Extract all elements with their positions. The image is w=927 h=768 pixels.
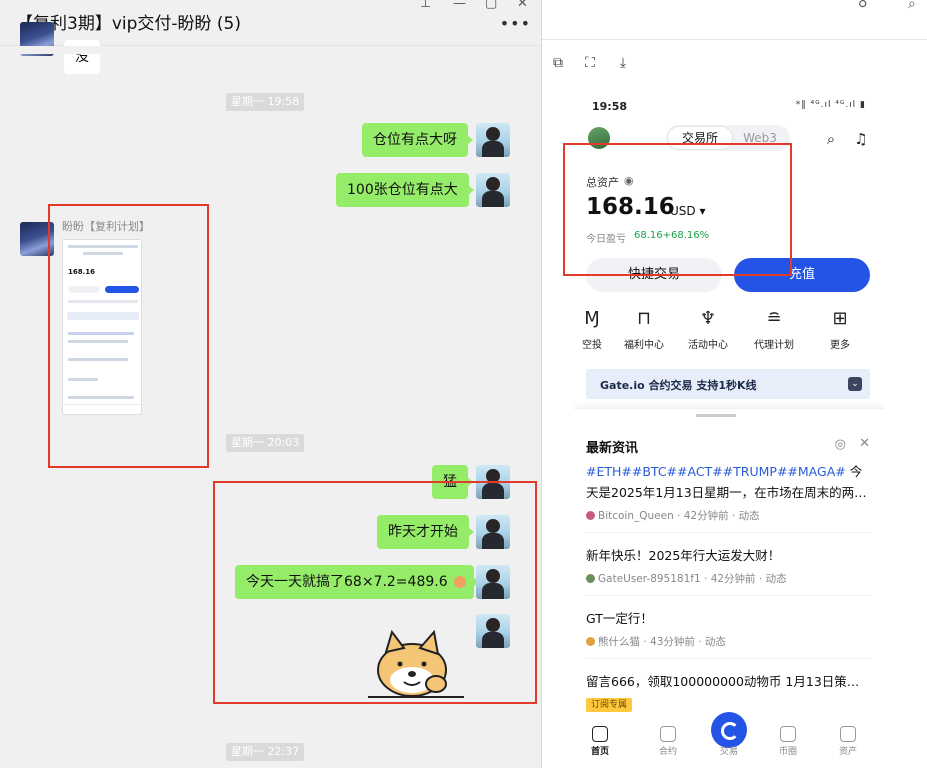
timestamp: 星期一 20:03	[226, 434, 305, 452]
tab-social[interactable]: 币圈	[763, 744, 813, 757]
futures-icon	[660, 726, 676, 742]
news-item[interactable]: 留言666，领取100000000动物币 1月13日策… 订阅专属	[586, 671, 872, 712]
search-icon[interactable]: ⌕	[822, 130, 840, 148]
tab-futures[interactable]: 合约	[643, 744, 693, 757]
close-icon[interactable]: ✕	[859, 436, 870, 451]
news-hashtags[interactable]: #ETH##BTC##ACT##TRUMP##MAGA#	[586, 464, 846, 479]
tab-trade[interactable]: 交易	[704, 744, 754, 757]
news-kind: 动态	[704, 636, 726, 648]
news-meta: 熊什么猫 · 43分钟前 · 动态	[586, 634, 872, 649]
news-body: 留言666，领取100000000动物币 1月13日策…	[586, 674, 860, 689]
airdrop-icon: Ɱ	[584, 308, 600, 329]
avatar[interactable]	[476, 173, 510, 207]
status-time: 19:58	[592, 100, 628, 113]
settings-icon[interactable]: ◎	[835, 437, 846, 452]
menu-more[interactable]: ⊞ 更多	[812, 308, 868, 354]
author-avatar-icon	[586, 637, 595, 646]
news-item[interactable]: 新年快乐！2025年行大运发大财！ GateUser-895181f1 · 42…	[586, 545, 872, 586]
status-indicators: *‖ ⁴ᴳ.ıl ⁴ᴳ.ıl ▮	[795, 100, 866, 110]
tab-home[interactable]: 首页	[575, 744, 625, 757]
avatar[interactable]	[476, 123, 510, 157]
news-time: 43分钟前	[650, 636, 695, 648]
news-item[interactable]: GT一定行！ 熊什么猫 · 43分钟前 · 动态	[586, 608, 872, 649]
news-meta: GateUser-895181f1 · 42分钟前 · 动态	[586, 571, 872, 586]
agent-icon: ≘	[766, 308, 782, 329]
trophy-icon: ♆	[699, 308, 717, 329]
news-author[interactable]: 熊什么猫	[598, 636, 640, 648]
subscriber-badge: 订阅专属	[586, 698, 633, 712]
divider	[586, 532, 872, 533]
pin-icon[interactable]: ♁	[858, 0, 868, 11]
news-kind: 动态	[738, 510, 760, 522]
bottom-tab-bar: 首页 合约 交易 币圈 资产	[574, 712, 884, 768]
menu-airdrop[interactable]: Ɱ 空投	[574, 308, 620, 354]
news-body: GT一定行！	[586, 611, 653, 626]
author-avatar-icon	[586, 574, 595, 583]
promo-banner[interactable]: Gate.io 合约交易 支持1秒K线 ⌄	[586, 369, 870, 399]
divider	[586, 595, 872, 596]
news-author[interactable]: GateUser-895181f1	[598, 573, 701, 585]
news-text: #ETH##BTC##ACT##TRUMP##MAGA# 今天是2025年1月1…	[586, 461, 872, 503]
banner-text: Gate.io 合约交易 支持1秒K线	[600, 379, 757, 392]
drag-handle[interactable]	[696, 414, 736, 417]
chat-window: 【复利3期】vip交付-盼盼 (5) ⊥ — ▢ ✕ ••• 没 星期一 19:…	[0, 0, 541, 768]
crop-icon[interactable]: ⛶	[582, 55, 598, 71]
divider	[586, 658, 872, 659]
tab-assets[interactable]: 资产	[823, 744, 873, 757]
news-time: 42分钟前	[710, 573, 756, 585]
more-options-icon[interactable]: •••	[500, 14, 531, 33]
gift-icon: ⊓	[636, 308, 652, 329]
trade-icon[interactable]	[711, 712, 747, 748]
news-author[interactable]: Bitcoin_Queen	[598, 510, 674, 522]
social-icon	[780, 726, 796, 742]
viewer-topbar: ♁ ⌕	[542, 0, 927, 40]
news-kind: 动态	[765, 573, 787, 585]
author-avatar-icon	[586, 511, 595, 520]
copy-icon[interactable]: ⧉	[550, 55, 566, 71]
grid-icon: ⊞	[832, 308, 848, 329]
screen: 【复利3期】vip交付-盼盼 (5) ⊥ — ▢ ✕ ••• 没 星期一 19:…	[0, 0, 927, 768]
close-icon[interactable]: ✕	[517, 0, 528, 11]
timestamp: 星期一 19:58	[226, 93, 305, 111]
download-icon[interactable]: ⤓	[615, 55, 631, 71]
bell-icon[interactable]: ♫	[852, 130, 870, 148]
news-item[interactable]: #ETH##BTC##ACT##TRUMP##MAGA# 今天是2025年1月1…	[586, 461, 872, 523]
home-icon	[592, 726, 608, 742]
timestamp: 星期一 22:37	[226, 743, 305, 761]
news-meta: Bitcoin_Queen · 42分钟前 · 动态	[586, 508, 872, 523]
message-bubble[interactable]: 仓位有点大呀	[362, 123, 473, 157]
header-mask	[0, 46, 541, 54]
chevron-down-icon[interactable]: ⌄	[848, 377, 862, 391]
news-time: 42分钟前	[683, 510, 729, 522]
message-bubble[interactable]: 100张仓位有点大	[336, 173, 474, 207]
maximize-icon[interactable]: ▢	[485, 0, 497, 11]
news-body: 新年快乐！2025年行大运发大财！	[586, 548, 781, 563]
wallet-icon	[840, 726, 856, 742]
highlight-box	[563, 143, 792, 276]
search-icon[interactable]: ⌕	[908, 0, 916, 12]
pin-icon[interactable]: ⊥	[420, 0, 431, 11]
menu-agent[interactable]: ≘ 代理计划	[746, 308, 802, 354]
menu-events[interactable]: ♆ 活动中心	[680, 308, 736, 354]
news-title: 最新资讯	[586, 441, 639, 456]
minimize-icon[interactable]: —	[453, 0, 466, 11]
highlight-box	[48, 204, 209, 468]
highlight-box	[213, 481, 537, 704]
menu-welfare[interactable]: ⊓ 福利中心	[616, 308, 672, 354]
